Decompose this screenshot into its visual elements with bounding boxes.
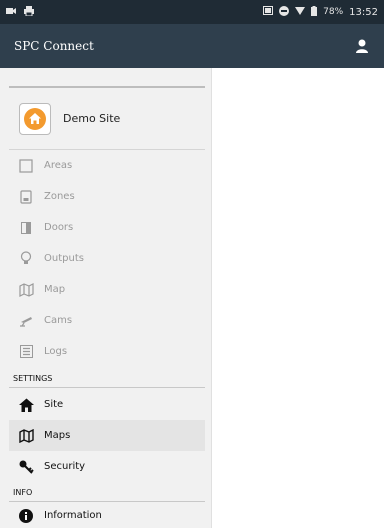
site-selector[interactable]: Demo Site <box>9 86 205 150</box>
menu-item-label: Doors <box>44 222 74 233</box>
menu-item-label: Cams <box>44 315 73 326</box>
menu-item-label: Security <box>44 461 86 472</box>
camera-icon <box>18 313 34 329</box>
app-bar: SPC Connect <box>0 24 384 68</box>
app-title: SPC Connect <box>14 39 94 53</box>
info-header: INFO <box>9 488 205 502</box>
video-icon <box>6 7 16 18</box>
menu-item-label: Information <box>44 510 102 521</box>
menu-item-label: Maps <box>44 430 71 441</box>
menu-item-maps[interactable]: Maps <box>9 420 205 451</box>
settings-header: SETTINGS <box>9 374 205 388</box>
door-icon <box>18 220 34 236</box>
printer-icon <box>24 5 34 19</box>
battery-icon <box>311 5 318 19</box>
battery-percentage: 78% <box>323 7 344 17</box>
settings-menu: Site Maps Security <box>9 389 205 482</box>
site-logo <box>19 102 51 135</box>
square-outline-icon <box>18 158 34 174</box>
menu-item-label: Site <box>44 399 64 410</box>
menu-item-label: Zones <box>44 191 75 202</box>
key-icon <box>18 459 34 475</box>
menu-item-map[interactable]: Map <box>9 274 205 305</box>
info-menu: Information <box>9 503 205 528</box>
menu-item-cams[interactable]: Cams <box>9 305 205 336</box>
menu-item-outputs[interactable]: Outputs <box>9 243 205 274</box>
menu-item-label: Areas <box>44 160 73 171</box>
menu-item-site[interactable]: Site <box>9 389 205 420</box>
menu-item-label: Map <box>44 284 66 295</box>
menu-item-information[interactable]: Information <box>9 503 205 528</box>
menu-item-zones[interactable]: Zones <box>9 181 205 212</box>
menu-item-doors[interactable]: Doors <box>9 212 205 243</box>
menu-item-areas[interactable]: Areas <box>9 150 205 181</box>
home-icon <box>18 397 34 413</box>
site-name: Demo Site <box>63 112 121 125</box>
menu-item-label: Outputs <box>44 253 84 264</box>
home-icon <box>24 107 46 130</box>
account-icon[interactable] <box>354 38 370 54</box>
main-content <box>212 68 384 528</box>
lightbulb-icon <box>18 251 34 267</box>
main-menu: Areas Zones Doors Outputs Map Cams Logs <box>9 150 205 367</box>
map-icon <box>18 428 34 444</box>
info-icon <box>18 508 34 524</box>
cast-icon <box>263 6 274 18</box>
menu-item-logs[interactable]: Logs <box>9 336 205 367</box>
menu-item-security[interactable]: Security <box>9 451 205 482</box>
do-not-disturb-icon <box>279 5 290 19</box>
clock: 13:52 <box>349 6 378 18</box>
zone-icon <box>18 189 34 205</box>
status-bar: 78% 13:52 <box>0 0 384 24</box>
menu-item-label: Logs <box>44 346 68 357</box>
map-icon <box>18 282 34 298</box>
list-icon <box>18 344 34 360</box>
wifi-icon <box>295 6 306 18</box>
